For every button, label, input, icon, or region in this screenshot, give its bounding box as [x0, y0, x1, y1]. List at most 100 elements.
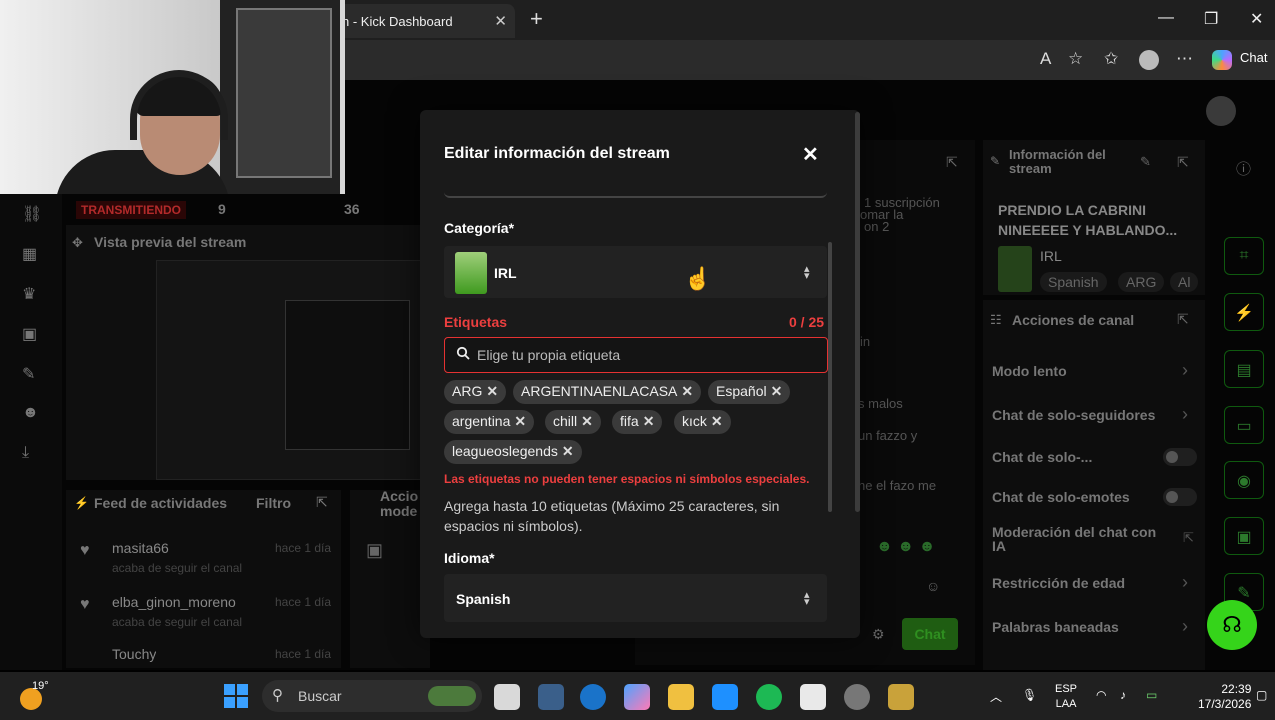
copilot-icon[interactable] [1212, 50, 1232, 70]
feed-user[interactable]: Touchy [112, 646, 156, 662]
more-menu-icon[interactable]: ⋯ [1176, 49, 1193, 69]
remove-tag-icon[interactable]: ✕ [681, 383, 693, 399]
browser-tab[interactable]: n - Kick Dashboard ✕ [330, 4, 515, 38]
analytics-icon[interactable]: ▦ [22, 244, 37, 264]
feed-user[interactable]: masita66 [112, 540, 169, 556]
remove-tag-icon[interactable]: ✕ [514, 413, 526, 429]
remove-tag-icon[interactable]: ✕ [643, 413, 655, 429]
emoji-picker-icon[interactable]: ☺ [926, 578, 940, 594]
edit-pencil-icon[interactable]: ✎ [1140, 154, 1151, 170]
category-label: Categoría* [444, 220, 515, 236]
clock[interactable]: 22:39 17/3/2026 [1198, 682, 1251, 712]
popout-icon[interactable]: ⇱ [946, 154, 958, 171]
form-scrollbar[interactable] [828, 242, 832, 512]
window-close-icon[interactable]: ✕ [1250, 9, 1263, 29]
minimize-icon[interactable]: — [1158, 9, 1174, 27]
new-tab-button[interactable]: + [530, 6, 543, 32]
modal-close-icon[interactable]: ✕ [802, 142, 819, 167]
action-followers-only[interactable]: Chat de solo-seguidores [992, 408, 1172, 422]
wrench-icon[interactable]: ✎ [22, 364, 35, 384]
lightning-icon[interactable]: ⚡ [1224, 293, 1264, 331]
action-banned-words[interactable]: Palabras baneadas [992, 620, 1172, 634]
league-icon[interactable] [538, 684, 564, 710]
copilot-app-icon[interactable] [624, 684, 650, 710]
favorite-star-icon[interactable]: ☆ [1068, 49, 1083, 69]
battery-icon[interactable]: ▭ [1146, 688, 1157, 702]
tab-close-icon[interactable]: ✕ [494, 12, 507, 30]
emote-icon[interactable]: ☻ ☻ ☻ [876, 538, 935, 556]
chat-bubble-icon[interactable]: ▭ [1224, 406, 1264, 444]
spotify-icon[interactable] [756, 684, 782, 710]
chevron-right-icon[interactable]: › [1182, 616, 1188, 637]
tag-input[interactable] [444, 337, 828, 373]
camera-icon[interactable]: ▣ [1224, 517, 1264, 555]
windows-start-icon[interactable] [224, 684, 248, 708]
search-highlight-image[interactable] [428, 686, 476, 706]
title-field-bottom[interactable] [444, 178, 827, 198]
notification-icon[interactable]: ▢ [1256, 688, 1267, 702]
volume-icon[interactable]: ♪ [1120, 688, 1126, 702]
info-icon[interactable]: ⓘ [1236, 158, 1251, 179]
stream-tag: ARG [1118, 272, 1165, 292]
input-language[interactable]: ESP LAA [1055, 682, 1077, 712]
feed-filter-button[interactable]: Filtro [256, 495, 291, 511]
favorites-list-icon[interactable]: ✩ [1104, 49, 1118, 69]
chat-send-button[interactable]: Chat [902, 618, 958, 650]
download-icon[interactable]: ⤓ [22, 444, 29, 462]
actions-icon: ☷ [990, 312, 1002, 327]
store-app-icon[interactable] [712, 684, 738, 710]
chevron-right-icon[interactable]: › [1182, 404, 1188, 425]
remove-tag-icon[interactable]: ✕ [486, 383, 498, 399]
keyboard-layout: LAA [1055, 698, 1077, 710]
modal-title: Editar información del stream [444, 145, 670, 162]
external-link-icon[interactable]: ⇱ [1183, 530, 1194, 546]
microphone-icon[interactable]: 🎙 [1022, 688, 1037, 702]
restore-icon[interactable]: ❐ [1204, 9, 1218, 29]
video-icon[interactable]: ▣ [22, 324, 37, 344]
edge-browser-icon[interactable] [580, 684, 606, 710]
action-age-restriction[interactable]: Restricción de edad [992, 576, 1172, 590]
browser-tab-title: n - Kick Dashboard [342, 14, 453, 29]
users-icon[interactable]: ☻ [22, 404, 39, 422]
show-hidden-icons[interactable]: ︿ [990, 688, 1002, 705]
settings-gear-icon[interactable]: ⚙ [872, 626, 885, 643]
feed-user[interactable]: elba_ginon_moreno [112, 594, 236, 610]
user-avatar[interactable] [1206, 96, 1236, 126]
wifi-icon[interactable]: ◠ [1096, 688, 1106, 702]
profile-avatar[interactable] [1139, 50, 1159, 70]
category-icon: ▣ [366, 540, 384, 560]
remove-tag-icon[interactable]: ✕ [711, 413, 723, 429]
obs-icon[interactable] [844, 684, 870, 710]
trophy-icon[interactable]: ♛ [22, 284, 36, 304]
file-explorer-icon[interactable] [668, 684, 694, 710]
copilot-chat-button[interactable]: Chat [1240, 50, 1267, 65]
language-code: ESP [1055, 683, 1078, 695]
modal-scrollbar[interactable] [855, 112, 860, 512]
follower-count: 36 [344, 201, 360, 217]
remove-tag-icon[interactable]: ✕ [581, 413, 593, 429]
support-headset-icon[interactable]: ☊ [1207, 600, 1257, 650]
microsoft-store-icon[interactable] [800, 684, 826, 710]
chevron-right-icon[interactable]: › [1182, 360, 1188, 381]
screenshot-icon[interactable]: ⌗ [1224, 237, 1264, 275]
stream-info-title: Información del stream [1009, 147, 1106, 176]
notes-icon[interactable]: ▤ [1224, 350, 1264, 388]
action-slow-mode[interactable]: Modo lento [992, 364, 1172, 378]
league-client-icon[interactable] [888, 684, 914, 710]
popout-icon[interactable]: ⇱ [1177, 154, 1189, 171]
task-view-icon[interactable] [494, 684, 520, 710]
popout-icon[interactable]: ⇱ [1177, 311, 1189, 328]
link-icon[interactable]: ⛓ [22, 204, 42, 224]
popout-icon[interactable]: ⇱ [316, 494, 328, 511]
remove-tag-icon[interactable]: ✕ [771, 383, 783, 399]
category-thumbnail [998, 246, 1032, 292]
feed-action: acaba de seguir el canal [112, 561, 243, 575]
remove-tag-icon[interactable]: ✕ [562, 443, 574, 459]
subs-only-toggle[interactable] [1163, 448, 1197, 466]
action-ai-moderation[interactable]: Moderación del chat con IA [992, 525, 1172, 553]
emotes-only-toggle[interactable] [1163, 488, 1197, 506]
broadcast-icon[interactable]: ◉ [1224, 461, 1264, 499]
chevron-right-icon[interactable]: › [1182, 572, 1188, 593]
read-aloud-icon[interactable]: A [1040, 49, 1051, 69]
weather-temperature: 19° [32, 680, 49, 692]
